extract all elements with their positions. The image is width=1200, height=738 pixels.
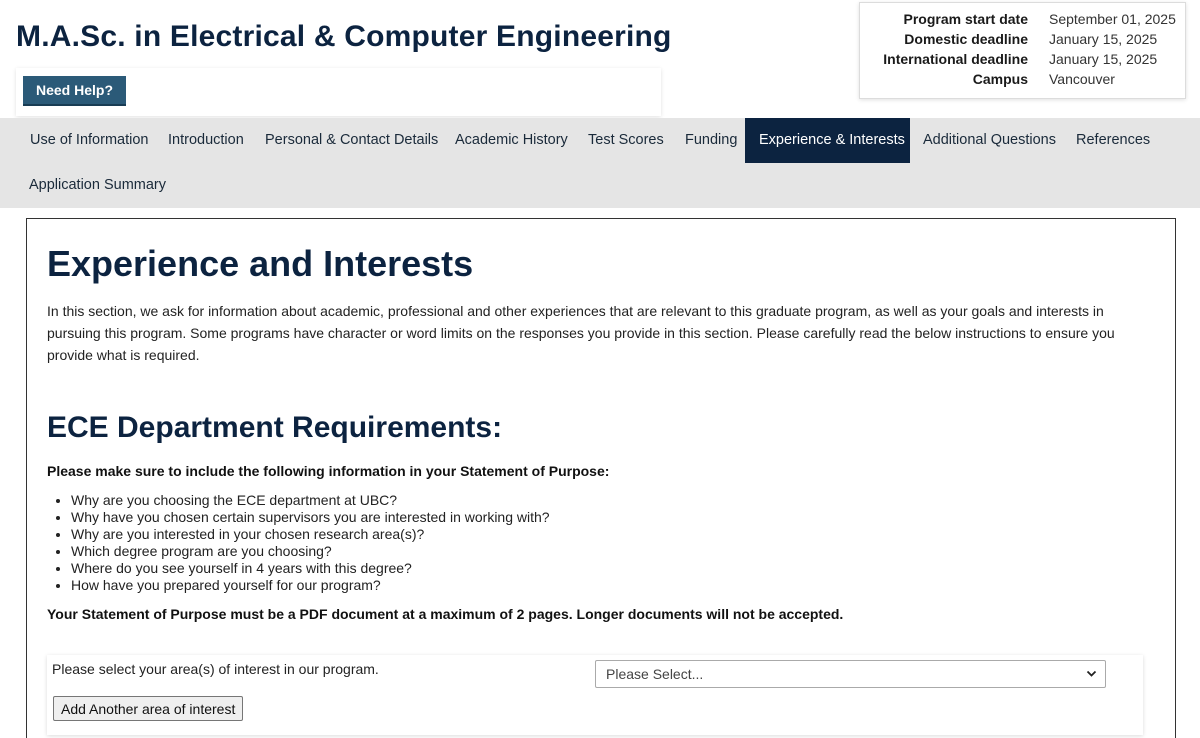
nav-references[interactable]: References	[1062, 118, 1164, 163]
nav-experience-interests[interactable]: Experience & Interests	[745, 118, 910, 163]
help-panel: Need Help?	[16, 68, 661, 116]
requirement-item: Where do you see yourself in 4 years wit…	[71, 560, 550, 577]
page-title: Experience and Interests	[47, 243, 474, 284]
area-of-interest-select[interactable]: Please Select...	[595, 660, 1106, 688]
requirement-item: Why are you choosing the ECE department …	[71, 492, 550, 509]
program-start-row: Program start date September 01, 2025	[860, 11, 1185, 31]
application-nav: Use of Information Introduction Personal…	[0, 118, 1200, 208]
program-start-value: September 01, 2025	[1049, 11, 1176, 27]
add-area-of-interest-button[interactable]: Add Another area of interest	[53, 696, 244, 721]
international-deadline-row: International deadline January 15, 2025	[860, 51, 1185, 71]
nav-use-of-information[interactable]: Use of Information	[16, 118, 162, 163]
requirement-item: Why have you chosen certain supervisors …	[71, 509, 550, 526]
campus-value: Vancouver	[1049, 71, 1115, 87]
nav-introduction[interactable]: Introduction	[154, 118, 258, 163]
program-info-panel: Program start date September 01, 2025 Do…	[859, 2, 1186, 99]
area-of-interest-label: Please select your area(s) of interest i…	[52, 661, 379, 677]
international-deadline-value: January 15, 2025	[1049, 51, 1158, 67]
statement-length-warning: Your Statement of Purpose must be a PDF …	[47, 606, 844, 622]
chevron-down-icon	[1086, 661, 1097, 697]
requirement-item: Why are you interested in your chosen re…	[71, 526, 550, 543]
need-help-button[interactable]: Need Help?	[23, 76, 127, 106]
intro-paragraph: In this section, we ask for information …	[47, 303, 1115, 363]
domestic-deadline-row: Domestic deadline January 15, 2025	[860, 31, 1185, 51]
nav-test-scores[interactable]: Test Scores	[574, 118, 678, 163]
domestic-deadline-value: January 15, 2025	[1049, 31, 1158, 47]
domestic-deadline-label: Domestic deadline	[904, 31, 1028, 47]
requirement-item: Which degree program are you choosing?	[71, 543, 550, 560]
requirement-item: How have you prepared yourself for our p…	[71, 577, 550, 594]
program-title: M.A.Sc. in Electrical & Computer Enginee…	[16, 20, 672, 53]
nav-application-summary[interactable]: Application Summary	[15, 163, 180, 208]
nav-personal-contact-details[interactable]: Personal & Contact Details	[251, 118, 452, 163]
area-select-value: Please Select...	[606, 666, 704, 682]
international-deadline-label: International deadline	[883, 51, 1028, 67]
program-start-label: Program start date	[903, 11, 1028, 27]
area-of-interest-panel: Please select your area(s) of interest i…	[47, 655, 1143, 735]
nav-additional-questions[interactable]: Additional Questions	[909, 118, 1070, 163]
requirements-note: Please make sure to include the followin…	[47, 463, 610, 479]
main-content: Experience and Interests In this section…	[26, 218, 1176, 738]
nav-academic-history[interactable]: Academic History	[441, 118, 582, 163]
requirements-heading: ECE Department Requirements:	[47, 411, 503, 444]
nav-funding[interactable]: Funding	[671, 118, 751, 163]
campus-label: Campus	[972, 71, 1028, 87]
campus-row: Campus Vancouver	[860, 71, 1185, 91]
requirements-list: Why are you choosing the ECE department …	[71, 492, 550, 594]
